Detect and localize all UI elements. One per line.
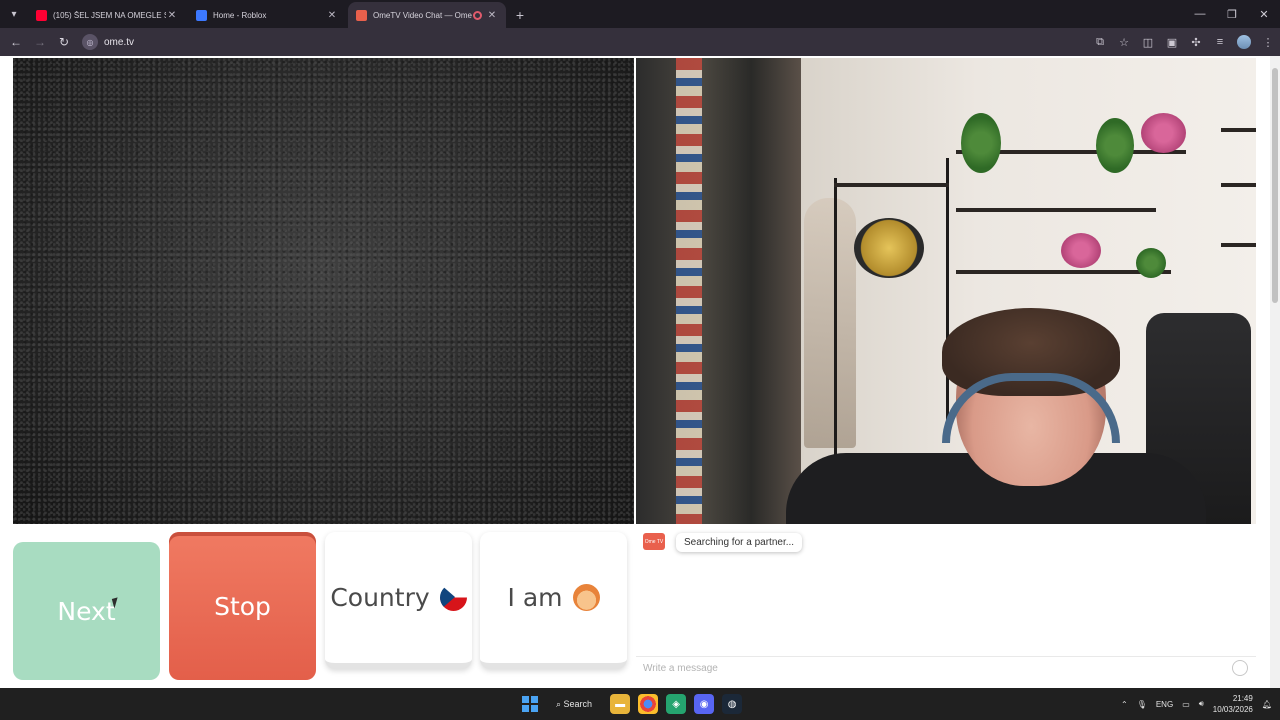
message-placeholder: Write a message xyxy=(643,663,718,674)
volume-icon[interactable]: 🔊︎ xyxy=(1199,699,1204,709)
plant xyxy=(961,113,1001,173)
iam-label: I am xyxy=(507,583,563,612)
restore-icon[interactable]: ❐ xyxy=(1216,0,1248,28)
shelf xyxy=(956,208,1156,212)
site-info-icon[interactable]: ◎ xyxy=(82,34,98,50)
czech-flag-icon xyxy=(439,584,467,611)
partner-video xyxy=(13,58,634,524)
close-window-icon[interactable]: ✕ xyxy=(1248,0,1280,28)
browser-menu-icon[interactable]: ⋮ xyxy=(1256,30,1280,54)
plant xyxy=(1096,118,1134,173)
windows-start-icon[interactable] xyxy=(522,696,538,712)
back-icon[interactable]: ← xyxy=(4,30,28,54)
emoji-icon[interactable] xyxy=(1232,660,1248,676)
app-icon[interactable]: ◈ xyxy=(666,694,687,714)
next-label: Next xyxy=(57,596,116,626)
ometv-icon xyxy=(356,9,367,21)
stop-label: Stop xyxy=(214,591,271,621)
clock-time: 21:49 xyxy=(1232,694,1253,703)
message-input[interactable]: Write a message xyxy=(636,656,1256,680)
sticker-strip xyxy=(676,58,702,524)
shelf-post xyxy=(946,158,949,438)
minimize-icon[interactable]: — xyxy=(1184,0,1216,28)
tab-roblox[interactable]: Home - Roblox ✕ xyxy=(188,2,346,28)
tab-title: Home - Roblox xyxy=(213,10,267,20)
shelf xyxy=(1221,183,1256,187)
url-text: ome.tv xyxy=(104,36,135,48)
logo-text: Ome TV xyxy=(644,538,664,545)
browser-tab-strip: ▾ (105) ŠEL JSEM NA OMEGLE S M ✕ Home - … xyxy=(0,0,1280,28)
language-indicator[interactable]: ENG xyxy=(1156,700,1173,709)
tab-title: (105) ŠEL JSEM NA OMEGLE S M xyxy=(53,10,166,20)
status-message: Searching for a partner... xyxy=(676,533,803,552)
clock[interactable]: 21:49 10/03/2026 xyxy=(1213,693,1253,715)
orchid xyxy=(1141,113,1186,153)
microphone-icon[interactable]: 🎙︎ xyxy=(1137,700,1147,709)
system-tray: ⌃ 🎙︎ ENG ▭ 🔊︎ 21:49 10/03/2026 🔔︎ xyxy=(1121,688,1272,720)
tab-youtube[interactable]: (105) ŠEL JSEM NA OMEGLE S M ✕ xyxy=(28,2,186,28)
search-icon: ⌕ xyxy=(556,698,564,709)
tab-ometv[interactable]: OmeTV Video Chat — Ome ✕ xyxy=(348,2,506,28)
static-noise xyxy=(13,58,634,524)
taskbar-search[interactable]: ⌕ Search xyxy=(556,699,592,710)
browser-toolbar: ← → ↻ ◎ ome.tv ⧉ ☆ ◫ ▣ ✣ ≡ ⋮ xyxy=(0,28,1280,56)
bookmark-star-icon[interactable]: ☆ xyxy=(1112,30,1136,54)
self-video xyxy=(636,58,1256,524)
taskbar-apps: ⌕ Search ▬ ◈ ◉ ◍ xyxy=(522,688,743,720)
gender-button[interactable]: I am xyxy=(480,532,627,669)
curtain xyxy=(636,58,801,524)
youtube-icon xyxy=(36,9,47,21)
tray-expand-icon[interactable]: ⌃ xyxy=(1121,700,1128,709)
ometv-logo-icon: Ome TV xyxy=(643,533,665,550)
stop-button[interactable]: Stop xyxy=(169,532,316,680)
discord-icon[interactable]: ◉ xyxy=(694,694,715,714)
chrome-icon[interactable] xyxy=(638,694,659,714)
tab-title: OmeTV Video Chat — Ome xyxy=(373,10,472,20)
shelf xyxy=(834,183,949,187)
window-controls: — ❐ ✕ xyxy=(1184,0,1280,28)
forward-icon[interactable]: → xyxy=(28,30,52,54)
championship-belt xyxy=(854,218,924,278)
extensions-puzzle-icon[interactable]: ✣ xyxy=(1184,30,1208,54)
extension-icon[interactable]: ◫ xyxy=(1136,30,1160,54)
profile-avatar[interactable] xyxy=(1237,35,1251,49)
plant xyxy=(1136,248,1166,278)
recording-icon xyxy=(473,10,482,20)
search-label: Search xyxy=(563,699,593,709)
page-scrollbar[interactable] xyxy=(1270,56,1280,688)
tab-search-button[interactable]: ▾ xyxy=(0,0,28,28)
status-text: Searching for a partner... xyxy=(684,537,795,548)
roblox-icon xyxy=(196,9,207,21)
clock-date: 10/03/2026 xyxy=(1212,705,1253,714)
country-button[interactable]: Country xyxy=(325,532,472,669)
steam-icon[interactable]: ◍ xyxy=(722,694,743,714)
shelf xyxy=(1221,128,1256,132)
close-icon[interactable]: ✕ xyxy=(326,10,338,21)
close-icon[interactable]: ✕ xyxy=(166,10,178,21)
scroll-thumb[interactable] xyxy=(1272,68,1278,303)
chat-panel: Ome TV Searching for a partner... Write … xyxy=(636,524,1256,684)
notification-bell-icon[interactable]: 🔔︎ xyxy=(1262,700,1272,709)
ometv-page: Next Stop Country I am Ome TV Searching … xyxy=(0,56,1280,688)
install-app-icon[interactable]: ⧉ xyxy=(1088,30,1112,54)
media-control-icon[interactable]: ≡ xyxy=(1208,30,1232,54)
file-explorer-icon[interactable]: ▬ xyxy=(610,694,631,714)
address-bar[interactable]: ◎ ome.tv xyxy=(82,31,1072,53)
new-tab-button[interactable]: + xyxy=(508,2,532,28)
orchid xyxy=(1061,233,1101,268)
next-button[interactable]: Next xyxy=(13,542,160,680)
network-icon[interactable]: ▭ xyxy=(1182,700,1190,709)
reload-icon[interactable]: ↻ xyxy=(52,30,76,54)
windows-taskbar: ⌕ Search ▬ ◈ ◉ ◍ ⌃ 🎙︎ ENG ▭ 🔊︎ 21:49 10/… xyxy=(0,688,1280,720)
country-label: Country xyxy=(330,583,430,612)
shelf xyxy=(1221,243,1256,247)
close-icon[interactable]: ✕ xyxy=(486,10,498,21)
extension-icon[interactable]: ▣ xyxy=(1160,30,1184,54)
toolbar-actions: ⧉ ☆ ◫ ▣ ✣ ≡ ⋮ xyxy=(1088,30,1280,54)
boy-face-icon xyxy=(572,584,600,611)
cardboard-cutout xyxy=(804,198,856,448)
